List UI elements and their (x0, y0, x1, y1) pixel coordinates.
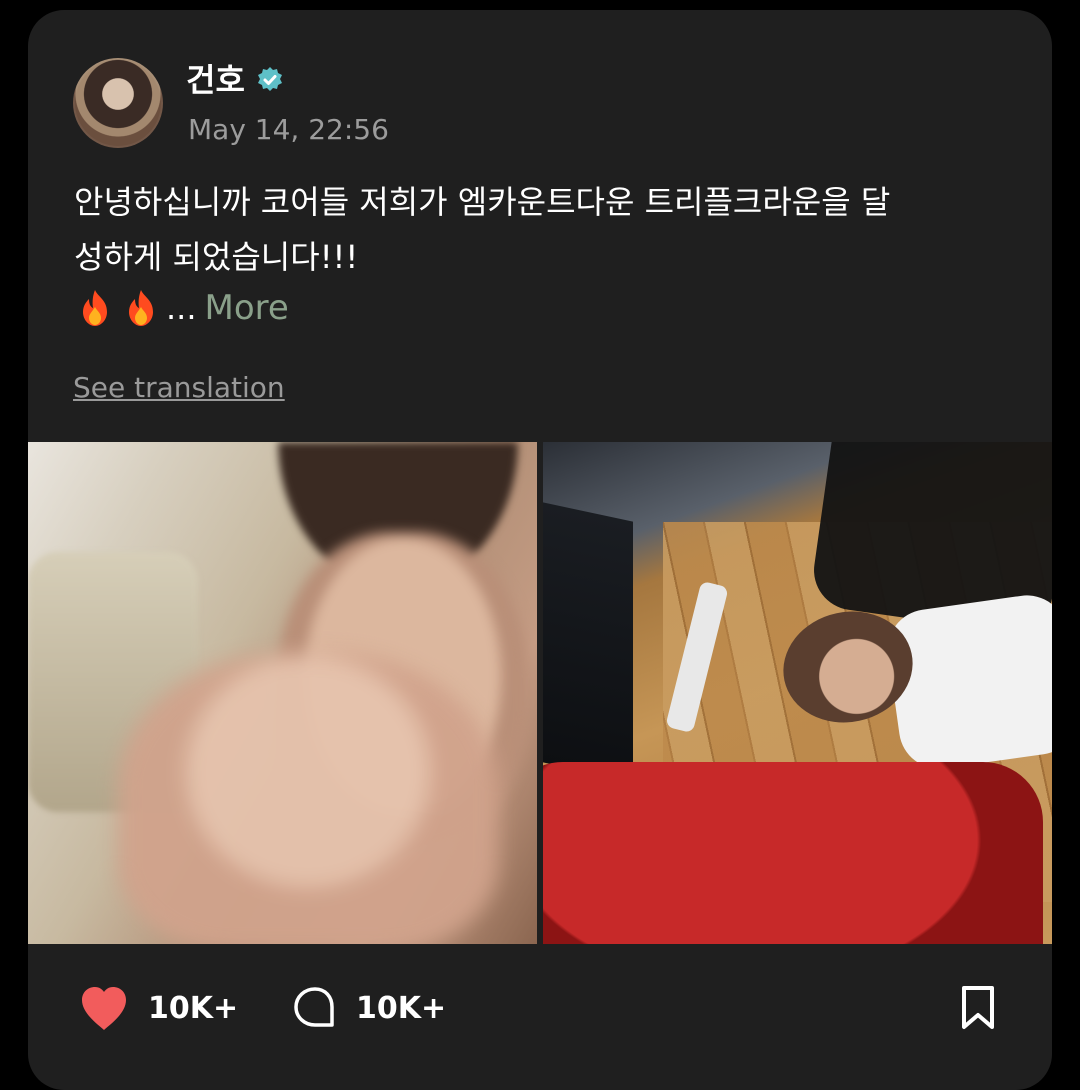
fire-emoji-icon (120, 287, 162, 329)
post-actions-bar: 10K+ 10K+ (28, 958, 1052, 1066)
verified-badge-icon (255, 65, 285, 95)
comment-bubble-icon (292, 985, 338, 1031)
fire-emoji-icon (74, 287, 116, 329)
comment-count: 10K+ (356, 990, 447, 1026)
post-body-text: 안녕하십니까 코어들 저희가 엠카운트다운 트리플크라운을 달 성하게 되었습니… (74, 183, 891, 276)
author-name[interactable]: 건호 (186, 59, 245, 101)
post-photo-1[interactable] (28, 442, 537, 944)
post-body-more-row: ... More (74, 280, 289, 336)
author-avatar[interactable] (73, 58, 163, 148)
author-row: 건호 (186, 59, 285, 101)
like-count: 10K+ (148, 990, 239, 1026)
see-translation-link[interactable]: See translation (73, 368, 285, 408)
post-photo-2[interactable] (543, 442, 1052, 944)
heart-icon (78, 984, 130, 1032)
post-timestamp: May 14, 22:56 (188, 113, 389, 146)
more-ellipsis: ... (166, 289, 197, 327)
bookmark-icon (956, 983, 1000, 1033)
like-button[interactable]: 10K+ (78, 980, 238, 1036)
post-media-gallery (28, 442, 1052, 944)
post-card: 건호 May 14, 22:56 안녕하십니까 코어들 저희가 엠카운트다운 트… (28, 10, 1052, 1090)
more-button[interactable]: More (205, 280, 289, 336)
comment-button[interactable]: 10K+ (292, 980, 446, 1036)
bookmark-button[interactable] (956, 980, 1000, 1036)
